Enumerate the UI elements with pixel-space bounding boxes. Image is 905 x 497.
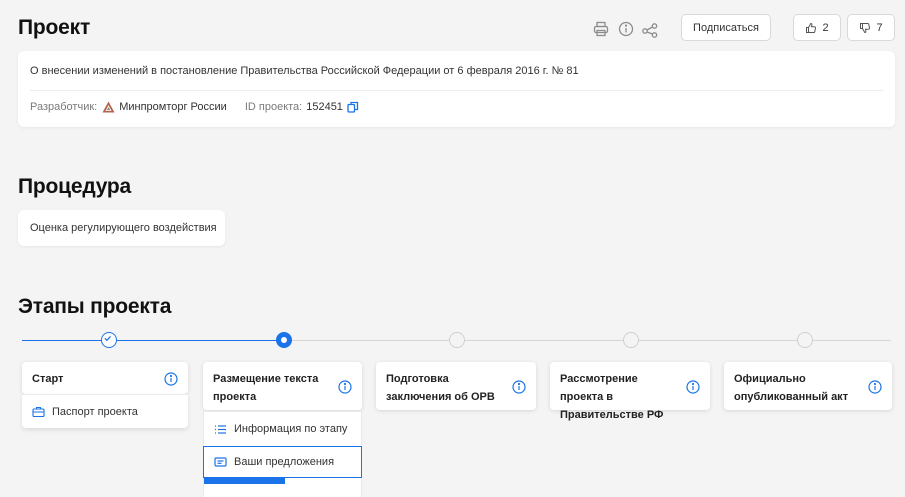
stage-dot-pending bbox=[797, 332, 813, 348]
developer-label: Разработчик: bbox=[30, 101, 98, 113]
list-icon bbox=[215, 424, 226, 434]
stage-dot-done bbox=[101, 332, 117, 348]
info-icon[interactable] bbox=[617, 20, 635, 38]
stage-label: Размещение текста проекта bbox=[213, 373, 319, 403]
timeline-progress-line bbox=[22, 340, 284, 341]
stage-label: Рассмотрение проекта в Правительстве РФ bbox=[560, 373, 664, 421]
subscribe-label: Подписаться bbox=[693, 21, 759, 34]
stage-label: Старт bbox=[32, 373, 64, 385]
stage-card-start[interactable]: Старт bbox=[22, 362, 188, 394]
project-info-card: О внесении изменений в постановление Пра… bbox=[18, 51, 895, 127]
passport-link-label: Паспорт проекта bbox=[52, 405, 138, 418]
info-icon[interactable] bbox=[868, 380, 882, 394]
stage-dot-pending bbox=[623, 332, 639, 348]
developer-name: Минпромторг России bbox=[119, 101, 227, 113]
thumbs-up-icon bbox=[806, 22, 817, 33]
stage-dot-pending bbox=[449, 332, 465, 348]
developer-row: Разработчик: Минпромторг России ID проек… bbox=[30, 100, 359, 114]
thumbs-down-icon bbox=[860, 22, 871, 33]
procedure-title: Процедура bbox=[18, 175, 132, 198]
project-description: О внесении изменений в постановление Пра… bbox=[30, 65, 579, 77]
progress-bar-track bbox=[203, 478, 362, 497]
stage-label: Официально опубликованный акт bbox=[734, 373, 849, 403]
stages-title: Этапы проекта bbox=[18, 295, 172, 318]
project-id-value: 152451 bbox=[306, 101, 343, 113]
like-button[interactable]: 2 bbox=[793, 14, 841, 41]
stage-dot-current bbox=[276, 332, 292, 348]
info-icon[interactable] bbox=[164, 372, 178, 386]
likes-count: 2 bbox=[822, 21, 829, 34]
procedure-value: Оценка регулирующего воздействия bbox=[30, 222, 217, 234]
info-icon[interactable] bbox=[512, 380, 526, 394]
info-icon[interactable] bbox=[338, 380, 352, 394]
page-title: Проект bbox=[18, 16, 91, 39]
share-icon[interactable] bbox=[641, 21, 659, 39]
stage-info-label: Информация по этапу bbox=[234, 423, 348, 435]
proposals-label: Ваши предложения bbox=[234, 456, 335, 468]
dislike-button[interactable]: 7 bbox=[847, 14, 895, 41]
stage-card-current[interactable]: Размещение текста проекта bbox=[203, 362, 362, 410]
divider bbox=[30, 90, 883, 91]
stage-card-published[interactable]: Официально опубликованный акт bbox=[724, 362, 892, 410]
procedure-card: Оценка регулирующего воздействия bbox=[18, 210, 225, 246]
stage-info-link[interactable]: Информация по этапу bbox=[203, 411, 362, 446]
stage-card-orv[interactable]: Подготовка заключения об ОРВ bbox=[376, 362, 536, 410]
stage-card-government[interactable]: Рассмотрение проекта в Правительстве РФ bbox=[550, 362, 710, 421]
project-id-label: ID проекта: bbox=[244, 101, 303, 113]
proposals-link[interactable]: Ваши предложения bbox=[203, 446, 362, 478]
passport-link[interactable]: Паспорт проекта bbox=[22, 394, 188, 428]
briefcase-icon bbox=[32, 406, 45, 418]
stage-label: Подготовка заключения об ОРВ bbox=[386, 373, 495, 403]
ministry-logo-icon bbox=[102, 101, 115, 113]
checkmark-icon bbox=[104, 335, 111, 342]
info-icon[interactable] bbox=[686, 380, 700, 394]
copy-icon[interactable] bbox=[347, 101, 359, 113]
print-icon[interactable] bbox=[592, 20, 610, 38]
dislikes-count: 7 bbox=[876, 21, 883, 34]
progress-bar-fill bbox=[204, 478, 285, 484]
comment-icon bbox=[214, 456, 227, 467]
subscribe-button[interactable]: Подписаться bbox=[681, 14, 771, 41]
